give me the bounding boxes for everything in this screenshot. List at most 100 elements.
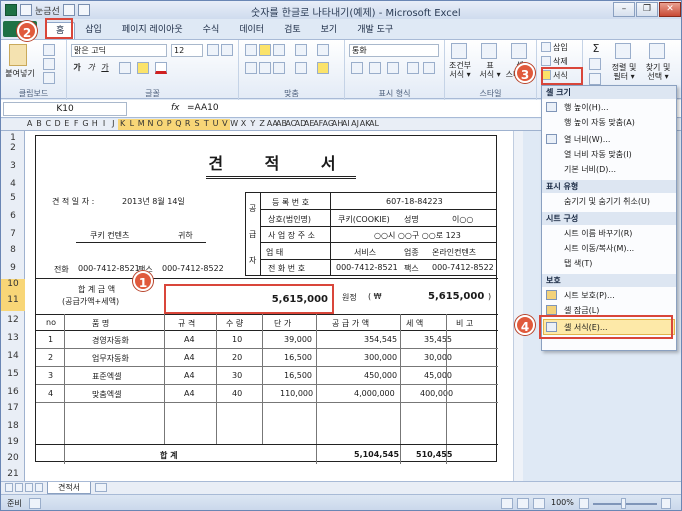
row-header[interactable]: 5 (1, 193, 25, 203)
copy-icon[interactable] (43, 58, 55, 70)
col-header[interactable]: AJ (350, 119, 359, 130)
col-header[interactable]: I (99, 119, 108, 130)
col-header[interactable]: AB (276, 119, 287, 130)
col-header[interactable]: K (117, 119, 128, 130)
format-painter-icon[interactable] (43, 72, 55, 84)
zoom-out-icon[interactable] (579, 498, 589, 509)
formula-input[interactable]: =AA10 (187, 103, 219, 113)
col-header[interactable]: P (164, 119, 174, 130)
vertical-scrollbar[interactable] (513, 131, 523, 481)
bold-button[interactable]: 가 (71, 62, 83, 73)
comma-icon[interactable] (387, 62, 399, 74)
row-header[interactable]: 19 (1, 437, 25, 447)
fill-icon[interactable] (589, 58, 601, 70)
row-header[interactable]: 21 (1, 469, 25, 479)
col-header[interactable]: F (71, 119, 80, 130)
autosum-icon[interactable]: Σ (589, 42, 603, 55)
align-center-icon[interactable] (259, 62, 271, 74)
sheet-tab-quotation[interactable]: 견적서 (47, 482, 91, 494)
menu-item-protect-sheet[interactable]: 시트 보호(P)... (564, 290, 615, 301)
col-header[interactable]: W (230, 119, 239, 130)
accounting-icon[interactable] (351, 62, 363, 74)
col-header[interactable]: L (127, 119, 137, 130)
macro-record-icon[interactable] (29, 498, 41, 509)
row-header[interactable]: 18 (1, 421, 25, 431)
row-header[interactable]: 10 (1, 279, 25, 295)
row-header[interactable]: 17 (1, 403, 25, 413)
paste-button[interactable]: 붙여넣기 (3, 68, 37, 79)
col-header[interactable]: AI (341, 119, 350, 130)
col-header[interactable]: AG (323, 119, 335, 130)
next-sheet-arrow-icon[interactable] (25, 483, 33, 492)
col-header[interactable]: Q (173, 119, 184, 130)
font-color-icon[interactable] (155, 62, 167, 74)
function-icon[interactable]: fx (171, 103, 180, 113)
conditional-format-label-2[interactable]: 서식 ▾ (445, 69, 475, 80)
tab-view[interactable]: 보기 (311, 22, 348, 39)
clear-icon[interactable] (589, 73, 601, 85)
menu-item-column-autofit[interactable]: 열 너비 자동 맞춤(I) (564, 149, 632, 160)
tab-insert[interactable]: 삽입 (75, 22, 112, 39)
delete-cells-icon[interactable] (541, 56, 551, 66)
col-header[interactable]: AH (332, 119, 344, 130)
save-icon[interactable] (62, 4, 75, 16)
zoom-slider-handle[interactable] (621, 498, 626, 509)
restore-button[interactable]: ❐ (636, 2, 658, 17)
row-header[interactable]: 12 (1, 315, 25, 325)
row-header[interactable]: 7 (1, 229, 25, 239)
paste-icon[interactable] (9, 44, 27, 66)
col-header[interactable]: R (183, 119, 193, 130)
format-as-table-icon[interactable] (481, 43, 497, 59)
page-break-view-icon[interactable] (533, 498, 545, 509)
find-select-icon[interactable] (649, 43, 665, 59)
total-amount-cell[interactable]: 5,615,000 (164, 284, 334, 314)
cut-icon[interactable] (43, 44, 55, 56)
shrink-font-icon[interactable] (221, 44, 233, 56)
row-header[interactable]: 3 (1, 161, 25, 171)
indent-icon[interactable] (295, 62, 307, 74)
merge-center-icon[interactable] (317, 62, 329, 74)
tab-page-layout[interactable]: 페이지 레이아웃 (112, 22, 193, 39)
underline-button[interactable]: 가 (99, 62, 111, 73)
prev-sheet-arrow-icon[interactable] (15, 483, 23, 492)
insert-cells-button[interactable]: 삽입 (553, 42, 581, 53)
sort-filter-icon[interactable] (615, 43, 631, 59)
row-header[interactable]: 20 (1, 453, 25, 463)
row-header[interactable]: 1 (1, 133, 25, 143)
col-header[interactable]: Y (248, 119, 257, 130)
decrease-decimal-icon[interactable] (423, 62, 435, 74)
increase-decimal-icon[interactable] (407, 62, 419, 74)
menu-item-move-copy[interactable]: 시트 이동/복사(M)... (564, 243, 634, 254)
number-format-combo[interactable]: 통화 (349, 44, 439, 57)
align-left-icon[interactable] (245, 62, 257, 74)
format-table-label-2[interactable]: 서식 ▾ (475, 69, 505, 80)
row-header[interactable]: 6 (1, 211, 25, 221)
sort-filter-label-2[interactable]: 필터 ▾ (607, 71, 641, 82)
col-header[interactable]: S (192, 119, 202, 130)
align-middle-icon[interactable] (259, 44, 271, 56)
col-header[interactable]: J (109, 119, 118, 130)
normal-view-icon[interactable] (501, 498, 513, 509)
row-header[interactable]: 11 (1, 295, 25, 311)
menu-item-column-width[interactable]: 열 너비(W)... (564, 134, 610, 145)
row-header[interactable]: 13 (1, 333, 25, 343)
cell-styles-icon[interactable] (511, 43, 527, 59)
row-header[interactable]: 14 (1, 351, 25, 361)
align-bottom-icon[interactable] (273, 44, 285, 56)
tab-review[interactable]: 검토 (274, 22, 311, 39)
menu-item-row-height[interactable]: 행 높이(H)... (564, 102, 609, 113)
zoom-in-icon[interactable] (661, 498, 671, 509)
align-right-icon[interactable] (273, 62, 285, 74)
worksheet[interactable]: 견 적 서 견 적 일 자 : 2013년 8월 14일 쿠키 컨텐츠 귀하 전… (25, 131, 513, 481)
menu-item-hide-unhide[interactable]: 숨기기 및 숨기기 취소(U) (564, 196, 650, 207)
close-button[interactable]: ✕ (659, 2, 681, 17)
menu-item-rename-sheet[interactable]: 시트 이름 바꾸기(R) (564, 228, 632, 239)
last-sheet-arrow-icon[interactable] (35, 483, 43, 492)
row-header[interactable]: 8 (1, 245, 25, 255)
col-header[interactable]: H (90, 119, 99, 130)
col-header[interactable]: C (44, 119, 53, 130)
col-header[interactable]: AA (267, 119, 278, 130)
gridlines-checkbox[interactable] (20, 4, 32, 16)
row-header[interactable]: 16 (1, 387, 25, 397)
align-top-icon[interactable] (245, 44, 257, 56)
